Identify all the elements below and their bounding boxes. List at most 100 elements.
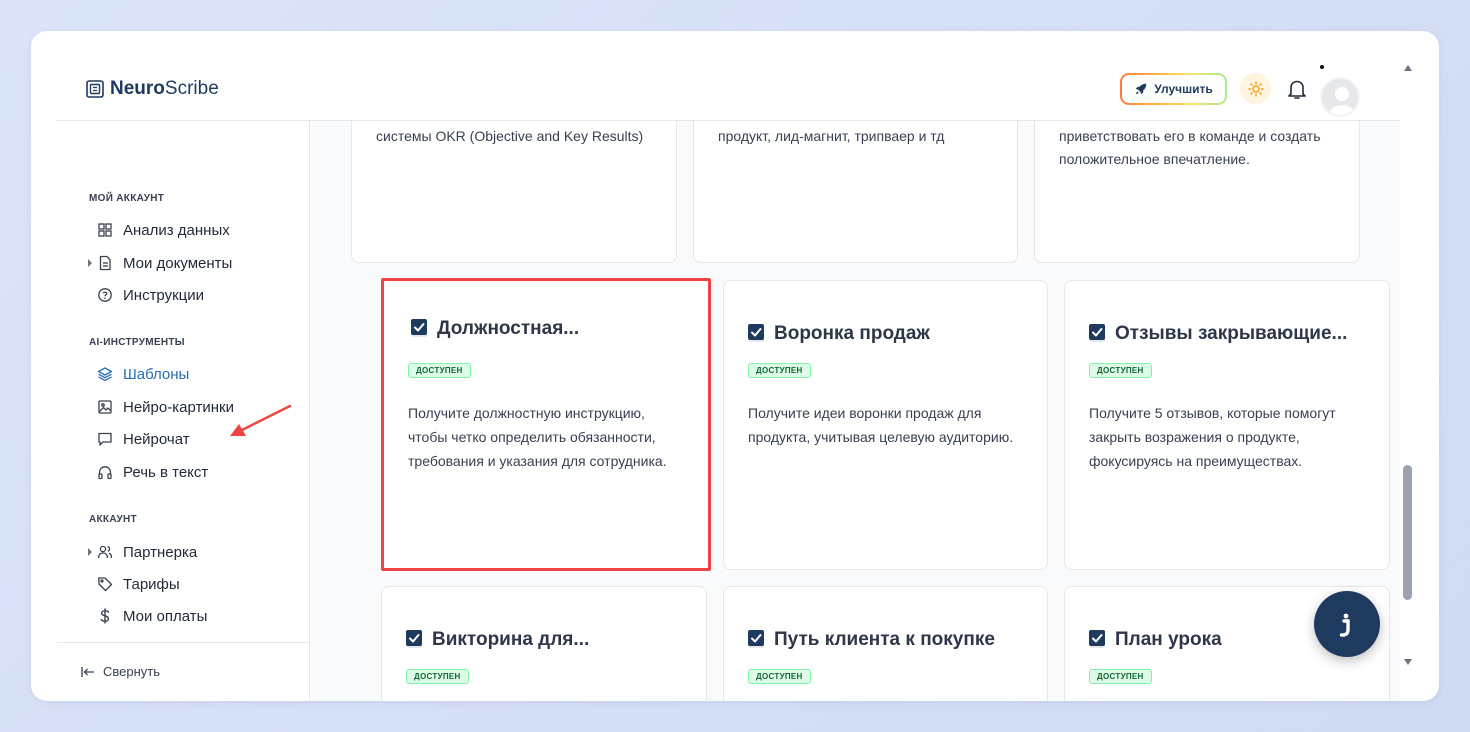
sidebar-item-label: Тарифы <box>123 575 180 593</box>
top-header: Neuro Scribe Улучшить <box>31 31 1400 121</box>
red-pointer-arrow-icon <box>230 404 292 436</box>
status-badge: доступен <box>1089 363 1152 378</box>
template-card-job-description[interactable]: Должностная... доступен Получите должнос… <box>381 278 711 571</box>
support-chat-button[interactable] <box>1314 591 1380 657</box>
card-title-text: Викторина для... <box>432 629 590 650</box>
sidebar-item-label: Шаблоны <box>123 365 190 383</box>
header-divider <box>57 120 1400 121</box>
image-icon <box>97 399 113 415</box>
dollar-icon <box>97 608 113 624</box>
templates-grid: системы OKR (Objective and Key Results) … <box>311 121 1400 701</box>
card-title: Должностная... <box>411 318 579 340</box>
status-badge: доступен <box>1089 669 1152 684</box>
card-description: Получите должностную инструкцию, чтобы ч… <box>408 405 667 469</box>
card-description: продукт, лид-магнит, трипваер и тд <box>718 128 945 144</box>
expand-caret-icon[interactable] <box>88 548 92 556</box>
sidebar-item-label: Нейро-картинки <box>123 398 234 416</box>
template-card[interactable]: продукт, лид-магнит, трипваер и тд <box>693 121 1018 263</box>
card-title: Отзывы закрывающие... <box>1089 323 1347 345</box>
collapse-arrow-icon <box>81 666 94 677</box>
status-badge: доступен <box>748 363 811 378</box>
collapse-sidebar-button[interactable]: Свернуть <box>81 664 160 679</box>
sidebar-item-neuro-images[interactable]: Нейро-картинки <box>97 396 234 418</box>
sidebar-item-tariffs[interactable]: Тарифы <box>97 573 180 595</box>
document-icon <box>97 255 113 271</box>
card-description: Получите 5 отзывов, которые помогут закр… <box>1089 405 1336 469</box>
tag-icon <box>97 576 113 592</box>
section-my-account: МОЙ АККАУНТ <box>89 193 165 204</box>
sidebar-item-label: Инструкции <box>123 286 205 304</box>
checkbox-icon <box>1089 630 1105 648</box>
headphones-icon <box>97 464 113 480</box>
checkbox-icon <box>748 630 764 648</box>
card-title: План урока <box>1089 629 1222 651</box>
card-title: Путь клиента к покупке <box>748 629 995 651</box>
grid-icon <box>97 222 113 238</box>
notification-dot <box>1320 65 1324 69</box>
card-title-text: Путь клиента к покупке <box>774 629 995 650</box>
template-card[interactable]: системы OKR (Objective and Key Results) <box>351 121 677 263</box>
sun-icon <box>1247 80 1264 97</box>
card-title-text: План урока <box>1115 629 1222 650</box>
card-description: приветствовать его в команде и создать п… <box>1059 128 1321 167</box>
sidebar-item-partner[interactable]: Партнерка <box>88 541 198 563</box>
card-title-text: Должностная... <box>437 318 580 339</box>
avatar[interactable] <box>1320 77 1360 117</box>
status-badge: доступен <box>748 669 811 684</box>
sidebar: МОЙ АККАУНТ Анализ данных Мои документы <box>57 121 310 701</box>
chat-widget-icon <box>1339 613 1350 637</box>
users-icon <box>97 544 113 560</box>
status-badge: доступен <box>406 669 469 684</box>
template-card-sales-funnel[interactable]: Воронка продаж доступен Получите идеи во… <box>723 280 1048 570</box>
question-circle-icon <box>97 287 113 303</box>
scroll-up-arrow-icon[interactable] <box>1404 65 1412 71</box>
sidebar-item-label: Речь в текст <box>123 463 209 481</box>
sidebar-item-instructions[interactable]: Инструкции <box>97 284 204 306</box>
section-account: АККАУНТ <box>89 514 137 525</box>
checkbox-icon <box>1089 324 1105 342</box>
vertical-scrollbar[interactable] <box>1400 55 1416 675</box>
logo-text-bold: Neuro <box>110 78 165 99</box>
logo-text-light: Scribe <box>164 78 219 99</box>
sidebar-item-label: Анализ данных <box>123 221 230 239</box>
card-title: Викторина для... <box>406 629 589 651</box>
card-description: Получите идеи воронки продаж для продукт… <box>748 405 1014 445</box>
card-title-text: Отзывы закрывающие... <box>1115 323 1348 344</box>
template-card-quiz[interactable]: Викторина для... доступен <box>381 586 707 701</box>
template-card[interactable]: приветствовать его в команде и создать п… <box>1034 121 1360 263</box>
upgrade-button-inner: Улучшить <box>1122 75 1225 103</box>
chat-bubble-icon <box>97 431 113 447</box>
app-logo[interactable]: Neuro Scribe <box>86 77 219 101</box>
collapse-label: Свернуть <box>103 664 161 679</box>
sidebar-item-documents[interactable]: Мои документы <box>88 252 233 274</box>
status-badge: доступен <box>408 363 471 378</box>
layers-icon <box>97 366 113 382</box>
template-card-customer-journey[interactable]: Путь клиента к покупке доступен <box>723 586 1048 701</box>
template-card-reviews[interactable]: Отзывы закрывающие... доступен Получите … <box>1064 280 1390 570</box>
sidebar-item-label: Партнерка <box>123 543 198 561</box>
scroll-down-arrow-icon[interactable] <box>1404 659 1412 665</box>
theme-toggle-button[interactable] <box>1240 73 1271 104</box>
checkbox-icon <box>411 319 427 337</box>
card-description: системы OKR (Objective and Key Results) <box>376 128 644 144</box>
sidebar-item-label: Мои оплаты <box>123 607 208 625</box>
rocket-icon <box>1136 83 1147 95</box>
checkbox-icon <box>406 630 422 648</box>
scrollbar-thumb[interactable] <box>1403 465 1412 600</box>
card-title: Воронка продаж <box>748 323 930 345</box>
bell-icon[interactable] <box>1286 77 1308 101</box>
sidebar-item-analysis[interactable]: Анализ данных <box>97 219 230 241</box>
upgrade-label: Улучшить <box>1154 82 1213 96</box>
sidebar-item-payments[interactable]: Мои оплаты <box>97 605 207 627</box>
sidebar-item-speech-to-text[interactable]: Речь в текст <box>97 461 208 483</box>
sidebar-item-neurochat[interactable]: Нейрочат <box>97 428 190 450</box>
checkbox-icon <box>748 324 764 342</box>
logo-icon <box>86 80 104 98</box>
user-avatar-icon <box>1322 79 1358 115</box>
section-ai-tools: AI-ИНСТРУМЕНТЫ <box>89 337 185 348</box>
expand-caret-icon[interactable] <box>88 259 92 267</box>
sidebar-item-templates[interactable]: Шаблоны <box>97 363 189 385</box>
sidebar-item-label: Мои документы <box>123 254 233 272</box>
upgrade-button[interactable]: Улучшить <box>1120 73 1227 105</box>
card-title-text: Воронка продаж <box>774 323 930 344</box>
